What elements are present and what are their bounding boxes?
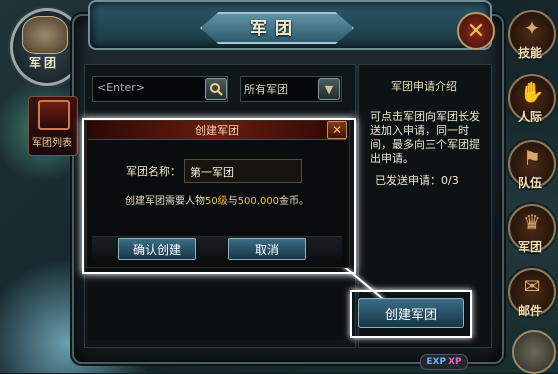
menu-legion[interactable]: ♛ 军团 [506, 204, 556, 264]
tab-legion-list-label: 军团列表 [32, 138, 72, 149]
menu-skill-label: 技能 [517, 46, 542, 60]
requirement-text: 创建军团需要人物50级与500,000金币。 [98, 192, 336, 207]
close-icon: ✕ [331, 123, 343, 137]
menu-team[interactable]: ⚑ 队伍 [506, 140, 556, 200]
menu-team-label: 队伍 [517, 176, 542, 190]
exp-label: EXP [426, 357, 447, 367]
menu-social[interactable]: ✋ 人际 [506, 74, 556, 134]
sent-count: 0/3 [441, 174, 459, 187]
menu-skill[interactable]: ✦ 技能 [506, 10, 556, 70]
req-prefix: 创建军团需要人物 [124, 196, 205, 207]
confirm-create-button[interactable]: 确认创建 [118, 238, 196, 260]
chevron-down-icon[interactable]: ▼ [318, 78, 340, 100]
dialog-title: 创建军团 [195, 124, 239, 137]
create-legion-button[interactable]: 创建军团 [358, 298, 464, 328]
req-gold: 500,000 [237, 196, 280, 207]
legion-name-label: 军团名称： [126, 165, 181, 178]
req-level: 50级 [204, 196, 228, 207]
legion-name-value: 第一军团 [190, 166, 234, 179]
legion-head-icon [22, 16, 68, 54]
sent-applications: 已发送申请：0/3 [375, 172, 485, 188]
settings-gear-icon[interactable] [512, 330, 556, 374]
sent-label: 已发送申请： [375, 174, 441, 187]
xp-label: XP [448, 357, 462, 367]
cancel-button[interactable]: 取消 [228, 238, 306, 260]
menu-mail-label: 邮件 [517, 304, 542, 318]
legion-filter-value: 所有军团 [244, 83, 288, 96]
search-button[interactable] [205, 78, 227, 100]
exp-xp-badge: EXP XP [420, 354, 468, 370]
dialog-close-button[interactable]: ✕ [327, 121, 347, 139]
search-icon [210, 83, 223, 96]
menu-legion-label: 军团 [517, 240, 542, 254]
menu-mail[interactable]: ✉ 邮件 [506, 268, 556, 328]
window-title: 军团 [250, 19, 300, 39]
intro-text: 可点击军团向军团长发送加入申请，同一时间，最多向三个军团提出申请。 [370, 110, 480, 165]
menu-social-label: 人际 [517, 110, 542, 124]
close-button[interactable]: ✕ [457, 12, 495, 50]
req-middle: 与 [227, 196, 238, 207]
search-placeholder: <Enter> [97, 81, 145, 94]
intro-title: 军团申请介绍 [391, 80, 457, 93]
emblem-label: 军团 [28, 56, 59, 70]
close-x-icon: ✕ [466, 18, 486, 44]
legion-list-icon [38, 100, 70, 130]
req-suffix: 金币。 [279, 196, 310, 207]
